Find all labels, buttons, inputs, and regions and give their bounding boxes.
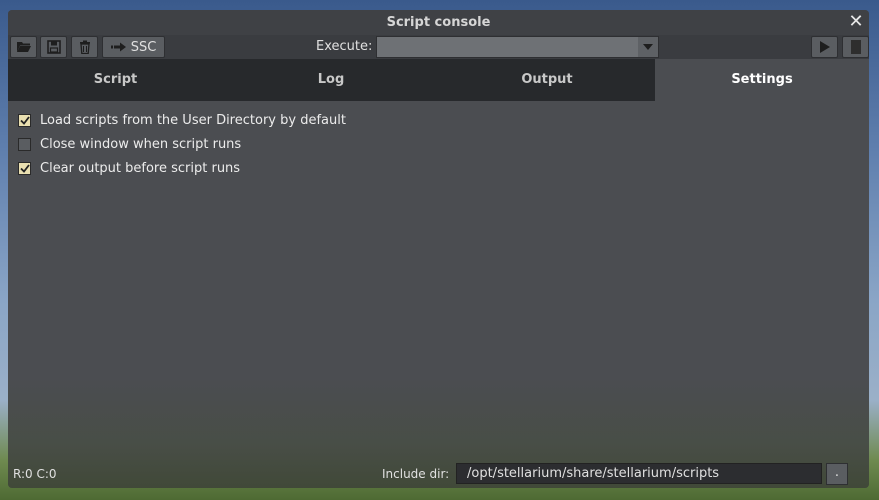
arrow-right-icon: [110, 42, 126, 52]
tab-bar: Script Log Output Settings: [8, 59, 869, 101]
script-console-window: Script console ✕ SSC Execute: Script Log…: [8, 10, 869, 488]
clear-output-label: Clear output before script runs: [40, 160, 241, 176]
stop-icon: [850, 40, 861, 54]
close-window-checkbox[interactable]: [18, 137, 31, 151]
include-dir-browse-button[interactable]: .: [826, 463, 848, 485]
ssc-label: SSC: [130, 39, 157, 55]
run-script-button[interactable]: [811, 36, 838, 58]
stop-script-button[interactable]: [842, 36, 869, 58]
tab-log-label: Log: [317, 72, 345, 87]
option-load-user-directory[interactable]: Load scripts from the User Directory by …: [18, 111, 346, 129]
clear-script-button[interactable]: [71, 36, 98, 58]
option-close-window[interactable]: Close window when script runs: [18, 135, 241, 153]
settings-panel: Load scripts from the User Directory by …: [8, 101, 869, 488]
checkmark-icon: [19, 115, 30, 125]
tab-log[interactable]: Log: [223, 59, 439, 101]
checkmark-icon: [19, 163, 30, 173]
option-clear-output[interactable]: Clear output before script runs: [18, 159, 240, 177]
window-title: Script console: [386, 15, 491, 30]
trash-icon: [79, 40, 90, 54]
load-user-directory-checkbox[interactable]: [18, 113, 31, 127]
save-script-button[interactable]: [40, 36, 67, 58]
title-bar: Script console ✕: [8, 10, 869, 35]
clear-output-checkbox[interactable]: [18, 161, 31, 175]
tab-script-label: Script: [93, 72, 138, 87]
tab-output-label: Output: [521, 72, 573, 87]
execute-select[interactable]: [376, 36, 659, 58]
tab-settings-label: Settings: [731, 72, 793, 87]
close-icon: ✕: [848, 11, 864, 32]
execute-label: Execute:: [316, 39, 373, 54]
tab-settings[interactable]: Settings: [655, 59, 869, 101]
close-button[interactable]: ✕: [847, 12, 865, 32]
tab-output[interactable]: Output: [439, 59, 655, 101]
close-window-label: Close window when script runs: [40, 136, 242, 152]
include-dir-input[interactable]: /opt/stellarium/share/stellarium/scripts: [456, 463, 822, 484]
open-script-button[interactable]: [10, 36, 37, 58]
dropdown-arrow[interactable]: [638, 37, 658, 57]
save-icon: [46, 40, 61, 54]
play-icon: [819, 41, 830, 53]
include-dir-label: Include dir:: [382, 467, 450, 481]
tab-script[interactable]: Script: [8, 59, 223, 101]
toolbar: SSC Execute:: [8, 35, 869, 59]
cursor-position-status: R:0 C:0: [13, 467, 57, 481]
load-user-directory-label: Load scripts from the User Directory by …: [40, 112, 346, 128]
chevron-down-icon: [643, 44, 653, 50]
preprocess-ssc-button[interactable]: SSC: [102, 36, 165, 58]
folder-open-icon: [16, 42, 31, 52]
